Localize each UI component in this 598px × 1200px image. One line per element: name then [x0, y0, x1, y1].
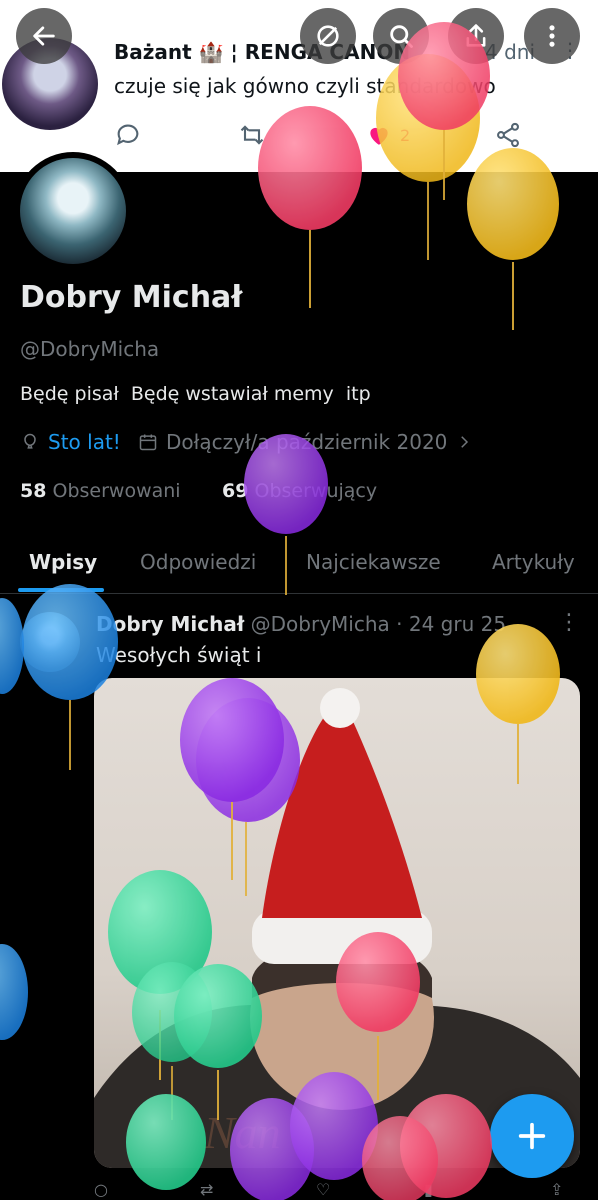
avatar[interactable]: [20, 612, 80, 672]
santa-hat-photo: Nan: [94, 688, 580, 1168]
birthday-link[interactable]: Sto lat!: [48, 430, 121, 454]
following-label: Obserwowani: [52, 480, 181, 502]
reply-icon: [117, 124, 139, 146]
grok-icon: [317, 25, 339, 47]
more-button[interactable]: [524, 8, 580, 64]
back-arrow-icon: [33, 26, 55, 46]
views-icon[interactable]: ▮: [424, 1180, 433, 1199]
active-tab-indicator: [18, 588, 104, 592]
followers-link[interactable]: 69 Obserwujący: [222, 480, 377, 502]
balloon: [0, 944, 28, 1040]
repost-icon[interactable]: ⇄: [200, 1180, 213, 1199]
profile-display-name: Dobry Michał: [20, 280, 243, 315]
tab-posts[interactable]: Wpisy: [29, 550, 97, 574]
profile-avatar[interactable]: [14, 152, 132, 270]
joined-date: Dołączył/a październik 2020: [166, 430, 448, 454]
more-vertical-icon[interactable]: ⋮: [558, 610, 580, 635]
tweet-author-name: Bażant 🏰 ¦ RENGA CANON: [114, 40, 411, 64]
repost-icon: [240, 125, 264, 145]
tweet-header: Dobry Michał @DobryMicha · 24 gru 25: [96, 612, 507, 636]
back-button[interactable]: [16, 8, 72, 64]
repost-button[interactable]: [238, 120, 266, 150]
share-icon[interactable]: ⇪: [550, 1180, 563, 1199]
like-count: 2: [400, 125, 411, 145]
profile-handle: @DobryMicha: [20, 337, 160, 361]
following-count: 58: [20, 480, 47, 502]
birthday-item[interactable]: Sto lat!: [20, 430, 121, 454]
compose-button[interactable]: [490, 1094, 574, 1178]
profile-tabs: Wpisy Odpowiedzi Najciekawsze Artykuły: [0, 530, 598, 594]
grok-button[interactable]: [300, 8, 356, 64]
tweet-author-handle: @DobryMicha: [250, 612, 390, 636]
tweet-time: 24 gru 25: [408, 612, 507, 636]
heart-icon[interactable]: ♡: [316, 1180, 330, 1199]
share-icon: [466, 24, 486, 47]
tab-articles[interactable]: Artykuły: [492, 550, 575, 574]
search-button[interactable]: [373, 8, 429, 64]
search-icon: [390, 25, 413, 48]
balloon: [467, 148, 559, 330]
profile-bio: Będę pisał Będę wstawiał memy itp: [20, 383, 371, 405]
image-caption: Nan: [203, 1107, 281, 1158]
share-profile-button[interactable]: [448, 8, 504, 64]
tweet-text: czuje się jak gówno czyli standardowo: [114, 74, 496, 98]
joined-item: Dołączył/a październik 2020: [138, 430, 473, 454]
plus-icon: [518, 1122, 546, 1150]
more-vertical-icon: [549, 25, 555, 47]
tweet-text: Wesołych świąt i: [96, 643, 262, 667]
share-button[interactable]: [494, 120, 522, 150]
heart-filled-icon: [370, 127, 388, 145]
following-link[interactable]: 58 Obserwowani: [20, 480, 181, 502]
share-icon: [497, 122, 519, 148]
reply-button[interactable]: [114, 120, 142, 150]
like-button[interactable]: 2: [366, 120, 410, 150]
tab-replies[interactable]: Odpowiedzi: [140, 550, 256, 574]
tab-highlights[interactable]: Najciekawsze: [306, 550, 441, 574]
followers-label: Obserwujący: [254, 480, 378, 502]
tweet-author-name[interactable]: Dobry Michał: [96, 612, 244, 636]
balloon-icon: [24, 433, 36, 449]
tweet-actions: ○ ⇄ ♡ ▮ ⇪: [94, 1180, 574, 1200]
chevron-right-icon: [461, 436, 469, 448]
previous-tweet[interactable]: Bażant 🏰 ¦ RENGA CANON 4 dni ⋮ czuje się…: [0, 0, 598, 172]
tweet-actions: 2: [114, 120, 534, 150]
tweet-image[interactable]: Nan: [94, 678, 580, 1168]
reply-icon[interactable]: ○: [94, 1180, 108, 1199]
profile-meta: Sto lat! Dołączył/a październik 2020: [20, 430, 580, 458]
followers-count: 69: [222, 480, 249, 502]
calendar-icon: [139, 434, 157, 451]
